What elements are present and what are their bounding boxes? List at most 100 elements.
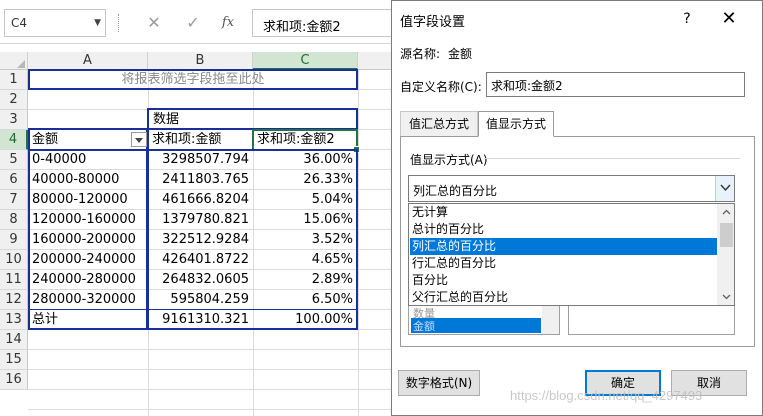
- sum-value[interactable]: 426401.8722: [150, 250, 252, 269]
- scroll-up-icon[interactable]: [718, 204, 735, 221]
- percent-value[interactable]: 4.65%: [254, 250, 356, 269]
- base-item-list[interactable]: [568, 304, 735, 335]
- total-label[interactable]: 总计: [29, 310, 144, 329]
- row-label[interactable]: 40000-80000: [29, 170, 144, 189]
- row-header-11[interactable]: 11: [0, 270, 28, 290]
- row-label[interactable]: 120000-160000: [29, 210, 144, 229]
- drop-hint-text: 将报表筛选字段拖至此处: [121, 72, 265, 87]
- percent-value[interactable]: 6.50%: [254, 290, 356, 309]
- column-header-c[interactable]: C: [253, 52, 358, 70]
- total-percent-value[interactable]: 100.00%: [254, 310, 356, 329]
- report-filter-drop-zone[interactable]: 将报表筛选字段拖至此处: [28, 69, 358, 90]
- row-label[interactable]: 160000-200000: [29, 230, 144, 249]
- row-header-15[interactable]: 15: [0, 350, 28, 370]
- row-header-5[interactable]: 5: [0, 150, 28, 170]
- row-header-1[interactable]: 1: [0, 70, 28, 90]
- tab-summarize-values-by[interactable]: 值汇总方式: [400, 111, 478, 137]
- gridline: [28, 349, 395, 350]
- data-header-label[interactable]: 数据: [150, 110, 250, 129]
- list-item[interactable]: 无计算: [410, 204, 717, 221]
- sum-value[interactable]: 1379780.821: [150, 210, 252, 229]
- scroll-thumb[interactable]: [720, 223, 733, 247]
- column-header-d[interactable]: [358, 52, 395, 70]
- column-headers: A B C: [0, 52, 395, 70]
- tab-show-values-as[interactable]: 值显示方式: [478, 111, 554, 137]
- gridline: [358, 70, 359, 416]
- insert-function-icon[interactable]: fx: [217, 12, 239, 34]
- scroll-down-icon[interactable]: [718, 288, 735, 305]
- list-item[interactable]: 父行汇总的百分比: [410, 289, 717, 306]
- base-field-selected-item[interactable]: 金额: [413, 318, 435, 334]
- spreadsheet-area: C4 ▼ ✕ ✓ fx 求和项:金额2 A B C 1 2 3 4 5 6 7 …: [0, 0, 395, 416]
- row-label[interactable]: 80000-120000: [29, 190, 144, 209]
- list-item-selected[interactable]: 列汇总的百分比: [410, 238, 717, 255]
- percent-value[interactable]: 15.06%: [254, 210, 356, 229]
- column-header-b[interactable]: B: [148, 52, 253, 70]
- sum-value[interactable]: 322512.9284: [150, 230, 252, 249]
- sum-value[interactable]: 3298507.794: [150, 150, 252, 169]
- group-divider: [484, 158, 740, 159]
- sum-value[interactable]: 595804.259: [150, 290, 252, 309]
- row-label[interactable]: 0-40000: [29, 150, 144, 169]
- row-label[interactable]: 240000-280000: [29, 270, 144, 289]
- number-format-button[interactable]: 数字格式(N): [398, 370, 480, 396]
- row-header-4[interactable]: 4: [0, 130, 28, 150]
- cancel-entry-icon[interactable]: ✕: [143, 12, 165, 34]
- dialog-title: 值字段设置: [400, 15, 466, 30]
- total-sum-value[interactable]: 9161310.321: [150, 310, 252, 329]
- list-item[interactable]: 行汇总的百分比: [410, 255, 717, 272]
- filter-dropdown-icon[interactable]: [131, 132, 147, 147]
- row-header-7[interactable]: 7: [0, 190, 28, 210]
- gridline: [28, 409, 395, 410]
- list-item[interactable]: 百分比: [410, 272, 717, 289]
- close-icon[interactable]: ✕: [716, 7, 742, 31]
- show-values-as-dropdown[interactable]: 列汇总的百分比: [408, 175, 735, 202]
- row-header-8[interactable]: 8: [0, 210, 28, 230]
- list-item[interactable]: 总计的百分比: [410, 221, 717, 238]
- row-header-3[interactable]: 3: [0, 110, 28, 130]
- chevron-down-icon[interactable]: [715, 176, 734, 201]
- row-header-6[interactable]: 6: [0, 170, 28, 190]
- watermark-text: https://blog.csdn.net/qq_4297493: [510, 388, 703, 403]
- row-label[interactable]: 200000-240000: [29, 250, 144, 269]
- percent-value[interactable]: 36.00%: [254, 150, 356, 169]
- row-header-13[interactable]: 13: [0, 310, 28, 330]
- row-header-9[interactable]: 9: [0, 230, 28, 250]
- percent-value[interactable]: 5.04%: [254, 190, 356, 209]
- sum-value[interactable]: 461666.8204: [150, 190, 252, 209]
- name-box[interactable]: C4 ▼: [4, 9, 106, 37]
- header-sum-amount[interactable]: 求和项:金额: [149, 130, 252, 149]
- base-field-list[interactable]: 数量 金额: [408, 304, 560, 335]
- custom-name-label: 自定义名称(C):: [400, 80, 482, 94]
- column-header-a[interactable]: A: [28, 52, 148, 70]
- chevron-down-icon[interactable]: ▼: [94, 18, 101, 28]
- percent-value[interactable]: 26.33%: [254, 170, 356, 189]
- show-values-as-label: 值显示方式(A): [410, 153, 488, 167]
- gridline: [28, 389, 395, 390]
- row-header-12[interactable]: 12: [0, 290, 28, 310]
- row-header-2[interactable]: 2: [0, 90, 28, 110]
- base-field-scrollbar[interactable]: [542, 305, 559, 334]
- source-name-label: 源名称:: [400, 47, 441, 61]
- show-values-as-list[interactable]: 无计算 总计的百分比 列汇总的百分比 行汇总的百分比 百分比 父行汇总的百分比: [408, 203, 735, 306]
- help-icon[interactable]: ?: [674, 7, 700, 31]
- percent-value[interactable]: 3.52%: [254, 230, 356, 249]
- percent-value[interactable]: 2.89%: [254, 270, 356, 289]
- dropdown-selected-value: 列汇总的百分比: [413, 184, 498, 198]
- row-header-16[interactable]: 16: [0, 370, 28, 390]
- list-scrollbar[interactable]: [717, 204, 734, 305]
- custom-name-input[interactable]: 求和项:金额2: [486, 72, 745, 97]
- formula-input[interactable]: 求和项:金额2: [252, 9, 395, 37]
- formula-text: 求和项:金额2: [263, 20, 341, 35]
- sum-value[interactable]: 2411803.765: [150, 170, 252, 189]
- select-all-corner[interactable]: [0, 52, 28, 70]
- gridline: [28, 369, 395, 370]
- value-field-settings-dialog: 值字段设置 ? ✕ 源名称: 金额 自定义名称(C): 求和项:金额2 值汇总方…: [391, 0, 763, 416]
- header-amount[interactable]: 金额: [29, 130, 129, 149]
- enter-entry-icon[interactable]: ✓: [182, 12, 204, 34]
- row-label[interactable]: 280000-320000: [29, 290, 144, 309]
- row-header-10[interactable]: 10: [0, 250, 28, 270]
- source-name-value: 金额: [448, 47, 473, 61]
- row-header-14[interactable]: 14: [0, 330, 28, 350]
- sum-value[interactable]: 264832.0605: [150, 270, 252, 289]
